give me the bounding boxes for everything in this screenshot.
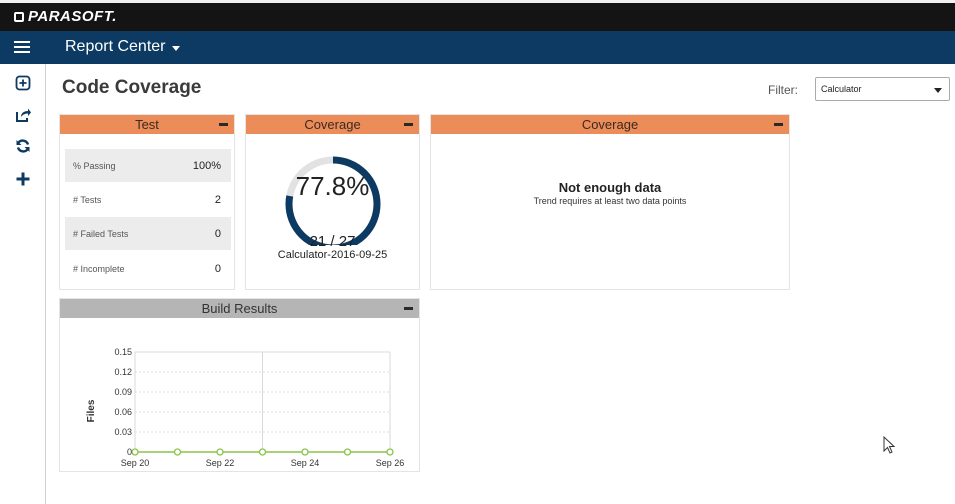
page-title: Code Coverage [62, 77, 202, 98]
test-panel-title: Test [135, 117, 159, 132]
test-row-failed: # Failed Tests 0 [65, 217, 231, 250]
coverage-build-name: Calculator-2016-09-25 [277, 249, 388, 261]
x-tick-label: Sep 22 [206, 458, 235, 468]
add-icon[interactable] [14, 170, 32, 188]
y-tick-label: 0.15 [114, 347, 132, 357]
left-sidebar [0, 64, 46, 504]
test-row-tests: # Tests 2 [65, 183, 231, 216]
test-row-value: 100% [192, 159, 221, 172]
test-row-incomplete: # Incomplete 0 [65, 252, 231, 285]
parasoft-logo: PARASOFT. [14, 8, 117, 25]
y-tick-label: 0.12 [114, 367, 132, 377]
minimize-icon[interactable] [404, 123, 413, 126]
test-row-passing: % Passing 100% [65, 149, 231, 182]
minimize-icon[interactable] [774, 123, 783, 126]
report-center-menu[interactable]: Report Center [65, 38, 180, 56]
top-navbar: Report Center [0, 31, 955, 64]
expand-square-icon[interactable] [14, 74, 32, 92]
y-axis-label: Files [86, 399, 97, 422]
not-enough-data-message: Not enough data [558, 180, 662, 195]
minimize-icon[interactable] [219, 123, 228, 126]
test-panel-header: Test [60, 115, 234, 134]
x-tick-label: Sep 24 [291, 458, 320, 468]
refresh-icon[interactable] [14, 137, 32, 155]
data-point [173, 448, 182, 456]
filter-selected-value: Calculator [821, 84, 862, 94]
test-row-value: 0 [214, 227, 221, 240]
share-export-icon[interactable] [14, 106, 32, 124]
test-row-label: # Incomplete [73, 263, 125, 274]
data-point [216, 448, 224, 456]
coverage-panel-title: Coverage [304, 117, 361, 132]
data-point [131, 448, 139, 456]
chevron-down-icon [171, 45, 180, 51]
brand-bar: PARASOFT. [0, 0, 955, 31]
data-point [386, 448, 394, 456]
build-results-header: Build Results [60, 299, 419, 318]
x-tick-label: Sep 20 [121, 458, 150, 468]
x-tick-label: Sep 26 [376, 458, 405, 468]
trend-panel-header: Coverage [431, 115, 789, 134]
build-results-title: Build Results [201, 301, 278, 316]
y-tick-label: 0.09 [114, 387, 132, 397]
y-tick-label: 0.06 [114, 407, 132, 417]
coverage-trend-panel: Coverage Not enough data Trend requires … [430, 114, 790, 290]
test-row-value: 2 [214, 193, 221, 206]
coverage-panel-header: Coverage [246, 115, 419, 134]
test-row-value: 0 [214, 262, 221, 275]
data-point [258, 448, 267, 456]
y-tick-label: 0.03 [114, 427, 132, 437]
coverage-gauge-panel: Coverage 77.8% 21 / 27 Calculator-2016-0… [245, 114, 420, 290]
y-tick-label: 0 [127, 447, 132, 457]
build-results-panel: Build Results Files 0 0.03 0.06 0.09 0.12 0.1… [59, 298, 420, 472]
data-point [343, 448, 352, 456]
test-row-label: % Passing [73, 160, 116, 171]
filter-label: Filter: [768, 83, 798, 97]
trend-panel-title: Coverage [581, 117, 639, 132]
test-row-label: # Tests [73, 194, 102, 205]
parasoft-logo-icon [14, 11, 24, 22]
filter-select[interactable]: Calculator [815, 77, 950, 101]
coverage-ratio: 21 / 27 [309, 233, 356, 250]
trend-requirement-note: Trend requires at least two data points [533, 196, 687, 206]
brand-name: PARASOFT. [28, 8, 117, 25]
minimize-icon[interactable] [404, 307, 413, 310]
test-row-label: # Failed Tests [73, 228, 129, 239]
build-results-chart: Files 0 0.03 0.06 0.09 0.12 0.15 Sep 20 Sep 22 S… [86, 347, 405, 468]
hamburger-menu-icon[interactable] [14, 39, 30, 55]
dropdown-caret-icon [934, 88, 942, 93]
report-center-label: Report Center [65, 38, 166, 55]
coverage-percent: 77.8% [295, 171, 370, 201]
mouse-cursor-icon [883, 436, 896, 454]
data-point [301, 448, 309, 456]
test-panel: Test % Passing 100% # Tests 2 # Failed T… [59, 114, 235, 290]
